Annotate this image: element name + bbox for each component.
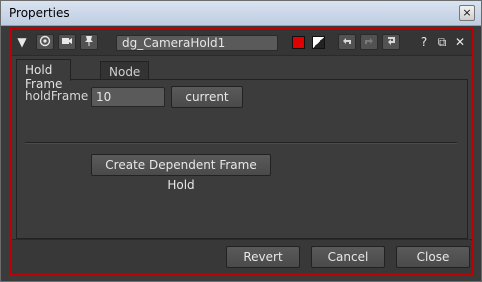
extract-button[interactable] xyxy=(80,34,98,50)
float-panel-icon[interactable]: ⧉ xyxy=(434,34,450,50)
create-dependent-frame-hold-button[interactable]: Create Dependent Frame Hold xyxy=(91,154,271,192)
title-bar[interactable]: Properties × xyxy=(1,1,481,26)
divider xyxy=(25,142,457,144)
revert-button[interactable]: Revert xyxy=(226,246,300,268)
undo-button[interactable] xyxy=(338,34,356,50)
redo-icon xyxy=(365,38,373,44)
node-properties-panel: ▼ dg_CameraHold1 ? ⧉ ✕ Hold Frame Node h… xyxy=(10,27,474,275)
revert-knobs-button[interactable] xyxy=(382,34,400,50)
panel-footer: Revert Cancel Close xyxy=(12,239,472,274)
panel-toolbar: ▼ dg_CameraHold1 ? ⧉ ✕ xyxy=(12,29,472,56)
hold-frame-input[interactable]: 10 xyxy=(91,87,165,107)
pin-icon xyxy=(85,36,93,46)
close-button[interactable]: Close xyxy=(396,246,470,268)
close-panel-icon[interactable]: ✕ xyxy=(452,34,468,50)
hold-frame-tab-content: holdFrame 10 current Create Dependent Fr… xyxy=(16,79,468,239)
tab-node[interactable]: Node xyxy=(100,61,150,79)
node-color-swatch[interactable] xyxy=(292,36,305,49)
center-node-button[interactable] xyxy=(36,34,54,50)
default-color-swatch[interactable] xyxy=(312,36,325,49)
node-name-field[interactable]: dg_CameraHold1 xyxy=(116,35,278,51)
cancel-button[interactable]: Cancel xyxy=(311,246,385,268)
help-icon[interactable]: ? xyxy=(416,34,432,50)
target-icon xyxy=(39,35,51,47)
redo-button[interactable] xyxy=(360,34,378,50)
viewer-button[interactable] xyxy=(58,34,76,50)
revert-icon xyxy=(388,37,395,45)
tab-hold-frame[interactable]: Hold Frame xyxy=(16,59,72,91)
collapse-toggle-icon[interactable]: ▼ xyxy=(14,34,30,50)
properties-window: Properties × ▼ dg_CameraHold1 ? ⧉ ✕ Hold… xyxy=(0,0,482,282)
film-icon xyxy=(62,38,72,44)
undo-icon xyxy=(343,38,351,44)
current-frame-button[interactable]: current xyxy=(171,86,243,108)
window-title: Properties xyxy=(9,6,70,20)
window-close-button[interactable]: × xyxy=(459,5,475,21)
hold-frame-label: holdFrame xyxy=(25,89,89,103)
